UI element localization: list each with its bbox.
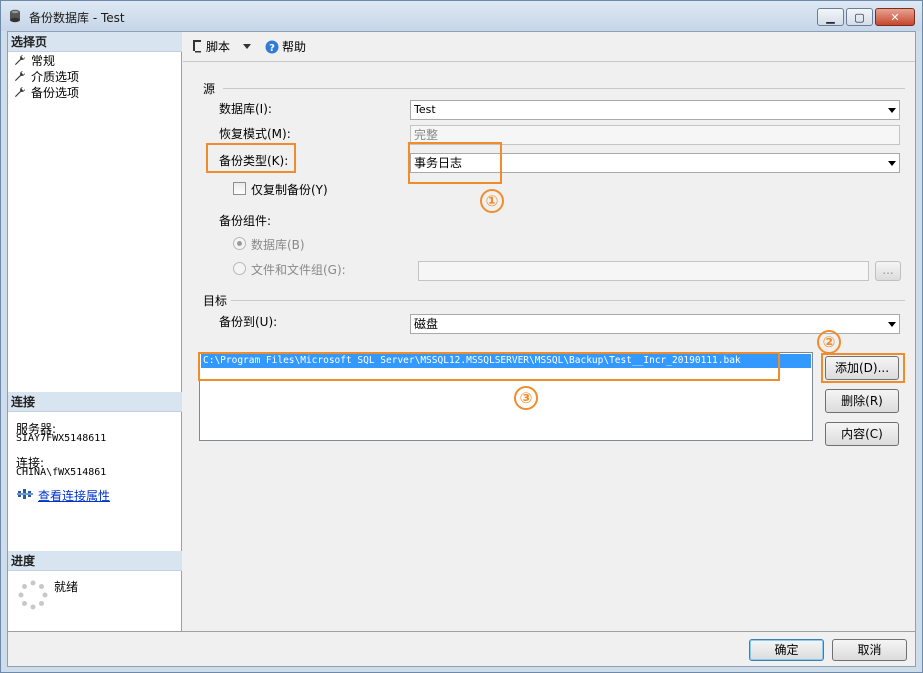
annotation-marker-3: ③ [514,386,538,410]
script-icon [193,40,201,53]
component-database-label: 数据库(B) [251,238,305,252]
toolbar: 脚本 ? 帮助 [183,32,915,62]
progress-status: 就绪 [54,580,79,594]
copy-only-checkbox[interactable] [233,182,246,195]
close-button[interactable]: ✕ [875,8,915,26]
connection-value: CHINA\fWX514861 [16,467,107,478]
page-item-label: 常规 [31,54,56,68]
backup-type-value-highlight [408,142,502,184]
page-item-label: 介质选项 [31,70,80,84]
dialog-content: 选择页 常规 介质选项 备份选项 连接 服务器: SIAY7FWX5148611… [7,31,916,667]
wrench-icon [15,87,25,97]
contents-button[interactable]: 内容(C) [825,422,899,446]
maximize-icon: ▢ [854,10,865,24]
cancel-button[interactable]: 取消 [832,639,907,661]
filegroup-field [418,261,869,281]
annotation-marker-1: ① [480,189,504,213]
backup-to-label: 备份到(U): [219,315,278,329]
source-divider [223,88,905,89]
svg-text:?: ? [269,43,275,54]
progress-spinner-icon [18,580,48,610]
destination-path-highlight [198,352,780,381]
chevron-down-icon [888,108,896,113]
view-connection-properties-link[interactable]: 查看连接属性 [38,487,110,504]
script-label: 脚本 [206,40,231,54]
page-item-general[interactable]: 常规 [14,53,55,69]
page-item-backup-options[interactable]: 备份选项 [14,85,79,101]
source-group-label: 源 [203,82,216,96]
chevron-down-icon [888,161,896,166]
browse-filegroup-button[interactable]: ... [875,261,901,281]
component-files-radio[interactable] [233,262,246,275]
copy-only-label: 仅复制备份(Y) [251,183,328,197]
remove-destination-button[interactable]: 删除(R) [825,389,899,413]
right-pane: 脚本 ? 帮助 源 数据库(I): Test 恢复模式(M): 完整 备份类型(K… [183,32,915,631]
connection-properties-icon [17,489,33,499]
wrench-icon [15,55,25,65]
database-combo[interactable]: Test [410,100,900,120]
progress-header: 进度 [8,551,182,571]
script-button[interactable]: 脚本 [191,39,230,55]
help-label: 帮助 [282,40,307,54]
component-files-label: 文件和文件组(G): [251,263,346,277]
help-button[interactable]: ? 帮助 [265,39,306,55]
window-title: 备份数据库 - Test [29,11,125,25]
database-value: Test [414,103,436,116]
annotation-marker-2: ② [817,330,841,354]
connection-header: 连接 [8,392,182,412]
database-icon [10,9,20,23]
minimize-button[interactable]: ▁ [817,8,844,26]
server-value: SIAY7FWX5148611 [16,433,107,444]
maximize-button[interactable]: ▢ [846,8,873,26]
recovery-model-label: 恢复模式(M): [219,127,291,141]
wrench-icon [15,71,25,81]
chevron-down-icon [243,44,251,49]
component-database-radio[interactable] [233,237,246,250]
backup-to-value: 磁盘 [414,317,439,331]
page-item-label: 备份选项 [31,86,80,100]
destination-group-label: 目标 [203,294,228,308]
minimize-icon: ▁ [826,10,835,24]
page-item-media-options[interactable]: 介质选项 [14,69,79,85]
select-page-header: 选择页 [8,32,182,52]
database-label: 数据库(I): [219,102,272,116]
title-bar[interactable]: 备份数据库 - Test ▁ ▢ ✕ [1,1,922,31]
script-dropdown-button[interactable] [243,39,251,55]
add-button-highlight [821,353,905,383]
left-pane: 选择页 常规 介质选项 备份选项 连接 服务器: SIAY7FWX5148611… [8,32,182,631]
destination-divider [231,300,905,301]
backup-component-label: 备份组件: [219,214,272,228]
backup-database-window: 备份数据库 - Test ▁ ▢ ✕ 选择页 常规 介质选项 备份选项 连接 服… [0,0,923,673]
footer-divider [8,631,915,632]
backup-type-label-highlight [206,143,296,173]
chevron-down-icon [888,322,896,327]
close-icon: ✕ [890,10,900,24]
help-icon: ? [265,40,279,54]
ok-button[interactable]: 确定 [749,639,824,661]
